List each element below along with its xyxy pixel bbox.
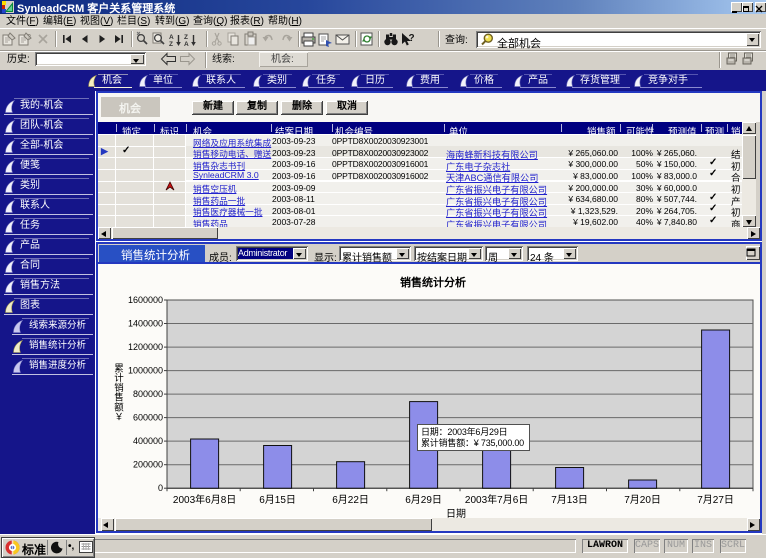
svg-text:0: 0 bbox=[158, 483, 163, 493]
svg-text:1400000: 1400000 bbox=[128, 319, 163, 329]
svg-text:?: ? bbox=[27, 34, 31, 41]
svg-text:7月27日: 7月27日 bbox=[697, 494, 734, 506]
svg-text:?: ? bbox=[409, 33, 415, 44]
svg-text:销售统计分析: 销售统计分析 bbox=[400, 275, 466, 289]
svg-text:6月29日: 6月29日 bbox=[405, 494, 442, 506]
svg-text:1200000: 1200000 bbox=[128, 342, 163, 352]
svg-text:1000000: 1000000 bbox=[128, 366, 163, 376]
svg-text:Z: Z bbox=[169, 41, 173, 47]
svg-text:7月13日: 7月13日 bbox=[551, 494, 588, 506]
svg-text:日期: 日期 bbox=[446, 508, 466, 518]
svg-text:￥: ￥ bbox=[114, 412, 124, 423]
svg-text:200000: 200000 bbox=[133, 460, 163, 470]
svg-text:800000: 800000 bbox=[133, 389, 163, 399]
svg-text:600000: 600000 bbox=[133, 413, 163, 423]
svg-text:400000: 400000 bbox=[133, 436, 163, 446]
svg-text:2003年6月8日: 2003年6月8日 bbox=[173, 493, 236, 506]
svg-text:6月22日: 6月22日 bbox=[332, 494, 369, 506]
svg-text:7月20日: 7月20日 bbox=[624, 494, 661, 506]
svg-text:Z: Z bbox=[184, 34, 188, 41]
svg-text:A: A bbox=[184, 41, 189, 47]
svg-text:1600000: 1600000 bbox=[128, 295, 163, 305]
svg-text:6月15日: 6月15日 bbox=[259, 494, 296, 506]
svg-text:A: A bbox=[169, 34, 174, 41]
svg-text:2003年7月6日: 2003年7月6日 bbox=[465, 493, 528, 506]
